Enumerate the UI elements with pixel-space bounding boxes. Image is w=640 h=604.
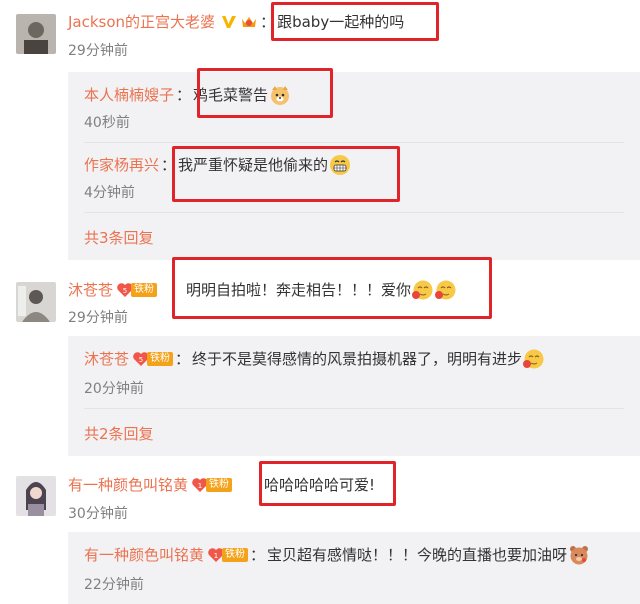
verified-v-icon	[222, 16, 237, 28]
fan-badge: 1 铁粉	[191, 477, 233, 493]
fan-badge-label: 铁粉	[206, 478, 233, 492]
fan-badge-label: 铁粉	[131, 283, 158, 297]
highlight-box	[172, 146, 400, 202]
crown-badge-icon	[242, 17, 257, 27]
fan-badge: 1 铁粉	[207, 547, 249, 563]
colon: ：	[175, 350, 191, 368]
comment-username[interactable]: 沐苍苍	[68, 279, 113, 301]
fan-badge: 5 铁粉	[116, 282, 158, 298]
view-more-replies-link[interactable]: 共2条回复	[84, 424, 154, 444]
view-more-replies-link[interactable]: 共3条回复	[84, 228, 154, 248]
colon: ：	[176, 86, 192, 104]
svg-text:5: 5	[139, 356, 143, 364]
avatar[interactable]	[16, 476, 56, 516]
reply-time: 20分钟前	[84, 381, 144, 397]
reply-username[interactable]: 沐苍苍	[84, 348, 129, 370]
comment-username[interactable]: Jackson的正宫大老婆	[68, 11, 215, 33]
comment-time: 29分钟前	[68, 43, 128, 59]
reply-divider	[84, 142, 624, 143]
comment-time: 30分钟前	[68, 506, 128, 522]
reply-text: 终于不是莫得感情的风景拍摄机器了，明明有进步	[192, 350, 523, 368]
comment-username[interactable]: 有一种颜色叫铭黄	[68, 474, 188, 496]
fan-badge-label: 铁粉	[147, 352, 174, 366]
colon: ：	[250, 546, 266, 564]
blush-emoji-icon	[523, 349, 544, 369]
reply-username[interactable]: 本人楠楠嫂子	[84, 84, 174, 106]
reply-divider	[84, 212, 624, 213]
reply-username[interactable]: 作家杨再兴	[84, 154, 159, 176]
svg-text:1: 1	[214, 552, 218, 560]
highlight-box	[259, 461, 396, 506]
reply-time: 40秒前	[84, 115, 130, 131]
highlight-box	[197, 68, 333, 118]
reply-time: 4分钟前	[84, 185, 135, 201]
svg-text:1: 1	[198, 482, 202, 490]
comment-time: 29分钟前	[68, 310, 128, 326]
fan-badge-label: 铁粉	[222, 548, 249, 562]
reply-divider	[84, 408, 624, 409]
avatar[interactable]	[16, 282, 56, 322]
bear-emoji-icon	[570, 546, 589, 565]
reply-time: 22分钟前	[84, 577, 144, 593]
fan-badge: 5 铁粉	[132, 351, 174, 367]
highlight-box	[172, 257, 492, 319]
reply-username[interactable]: 有一种颜色叫铭黄	[84, 544, 204, 566]
highlight-box	[271, 2, 439, 41]
avatar[interactable]	[16, 14, 56, 54]
svg-text:5: 5	[123, 287, 127, 295]
replies-container	[68, 532, 640, 604]
reply-text: 宝贝超有感情哒！！！今晚的直播也要加油呀	[267, 546, 568, 564]
